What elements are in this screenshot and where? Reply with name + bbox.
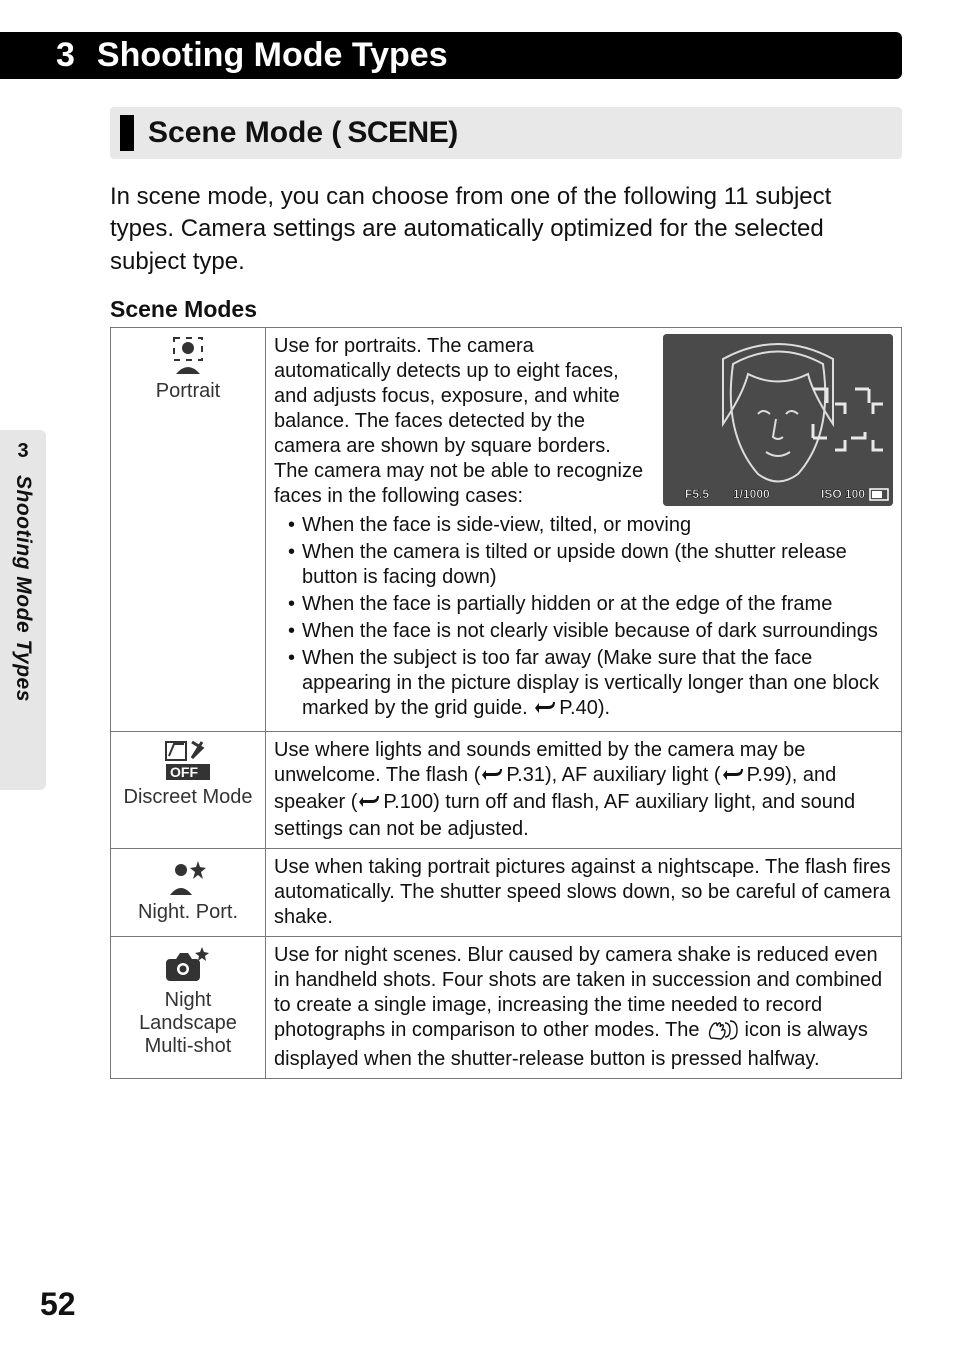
section-title-close: ) xyxy=(448,116,458,150)
mode-desc-nightland: Use for night scenes. Blur caused by cam… xyxy=(266,937,902,1079)
mode-label: Landscape xyxy=(119,1012,257,1035)
section-code: SCENE xyxy=(347,116,448,150)
mode-cell-discreet: OFF Discreet Mode xyxy=(111,732,266,849)
list-item: When the face is partially hidden or at … xyxy=(288,592,893,617)
reference-icon xyxy=(357,792,383,817)
table-row: Night. Port. Use when taking portrait pi… xyxy=(111,849,902,937)
mode-desc-discreet: Use where lights and sounds emitted by t… xyxy=(266,732,902,849)
side-tab-label: Shooting Mode Types xyxy=(11,475,35,702)
chapter-bar: 3 Shooting Mode Types xyxy=(0,32,902,79)
discreet-icon: OFF xyxy=(119,740,257,782)
side-tab-number: 3 xyxy=(17,440,28,463)
heading-marker xyxy=(120,115,134,151)
section-heading: Scene Mode ( SCENE ) xyxy=(110,107,902,159)
section-title: Scene Mode ( xyxy=(148,116,341,150)
portrait-sample-image: F5.5 1/1000 ISO 100 xyxy=(663,334,893,506)
reference-icon xyxy=(533,698,559,723)
svg-text:OFF: OFF xyxy=(170,764,198,780)
nightport-text: Use when taking portrait pictures agains… xyxy=(274,855,893,930)
hand-shake-icon xyxy=(705,1020,739,1047)
thumb-shutter: 1/1000 xyxy=(733,487,770,501)
thumb-fnum: F5.5 xyxy=(685,487,709,501)
portrait-bullets: When the face is side-view, tilted, or m… xyxy=(288,513,893,723)
chapter-number: 3 xyxy=(56,36,75,75)
portrait-icon xyxy=(119,336,257,376)
thumb-iso: ISO 100 xyxy=(821,487,865,501)
mode-desc-portrait: F5.5 1/1000 ISO 100 Use for portraits. T… xyxy=(266,328,902,732)
mode-label: Multi-shot xyxy=(119,1035,257,1058)
table-row: Night Landscape Multi-shot Use for night… xyxy=(111,937,902,1079)
mode-cell-nightport: Night. Port. xyxy=(111,849,266,937)
table-row: Portrait xyxy=(111,328,902,732)
mode-cell-portrait: Portrait xyxy=(111,328,266,732)
page-number: 52 xyxy=(40,1286,76,1323)
reference-icon xyxy=(480,765,506,790)
chapter-title: Shooting Mode Types xyxy=(97,36,448,75)
discreet-r1: P.31), AF auxiliary light ( xyxy=(506,764,720,786)
list-item: When the subject is too far away (Make s… xyxy=(288,646,893,723)
scene-modes-table: Portrait xyxy=(110,327,902,1079)
mode-label: Discreet Mode xyxy=(124,786,253,808)
intro-text: In scene mode, you can choose from one o… xyxy=(110,181,902,278)
mode-cell-nightland: Night Landscape Multi-shot xyxy=(111,937,266,1079)
list-item: When the camera is tilted or upside down… xyxy=(288,540,893,590)
table-row: OFF Discreet Mode Use where lights and s… xyxy=(111,732,902,849)
mode-label: Night. Port. xyxy=(138,901,238,923)
mode-label: Night xyxy=(119,989,257,1012)
night-portrait-icon xyxy=(119,857,257,897)
side-tab: 3 Shooting Mode Types xyxy=(0,430,46,790)
sub-heading: Scene Modes xyxy=(110,296,902,323)
mode-desc-nightport: Use when taking portrait pictures agains… xyxy=(266,849,902,937)
list-item: When the face is not clearly visible bec… xyxy=(288,619,893,644)
night-landscape-icon xyxy=(119,945,257,985)
portrait-b5b: P.40). xyxy=(559,697,610,719)
list-item: When the face is side-view, tilted, or m… xyxy=(288,513,893,538)
mode-label: Portrait xyxy=(156,380,220,402)
reference-icon xyxy=(721,765,747,790)
